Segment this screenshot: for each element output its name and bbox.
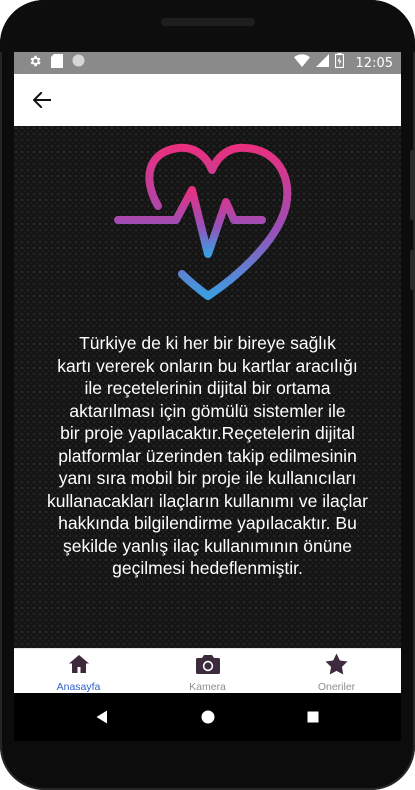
arrow-left-icon [33, 92, 51, 108]
wifi-icon [293, 54, 310, 72]
nav-label-anasayfa: Anasayfa [56, 681, 101, 693]
nav-label-kamera: Kamera [189, 681, 226, 693]
system-home-button[interactable] [199, 708, 217, 726]
battery-icon [334, 53, 344, 73]
phone-speaker [161, 18, 255, 26]
circle-icon [72, 54, 85, 72]
sd-card-icon [51, 53, 63, 73]
screen: 12:05 Türkiye de ki her bir bireye sağlı… [14, 52, 401, 693]
system-navigation-bar [14, 693, 401, 741]
power-button [410, 250, 415, 290]
camera-icon [195, 653, 220, 675]
app-bar [14, 74, 401, 126]
description-text: Türkiye de ki her bir bireye sağlık kart… [47, 333, 368, 578]
square-recents-icon [307, 711, 319, 723]
system-recents-button[interactable] [304, 708, 322, 726]
phone-top-bezel [0, 0, 415, 52]
system-back-button[interactable] [93, 708, 111, 726]
nav-item-anasayfa[interactable]: Anasayfa [14, 649, 143, 693]
nav-item-kamera[interactable]: Kamera [143, 649, 272, 693]
phone-frame: 12:05 Türkiye de ki her bir bireye sağlı… [0, 0, 415, 790]
volume-button [410, 150, 415, 220]
back-button[interactable] [30, 88, 54, 112]
home-icon [67, 653, 91, 675]
nav-label-oneriler: Oneriler [317, 681, 356, 693]
nav-item-oneriler[interactable]: Oneriler [272, 649, 401, 693]
bottom-navigation: Anasayfa Kamera Oneriler [14, 648, 401, 693]
triangle-back-icon [96, 710, 107, 724]
heart-pulse-icon [114, 143, 292, 300]
status-time: 12:05 [355, 55, 393, 71]
signal-icon [315, 54, 329, 72]
star-icon [325, 653, 349, 675]
gear-icon [28, 54, 42, 73]
status-bar: 12:05 [14, 52, 401, 74]
circle-home-icon [201, 710, 214, 724]
content-area: Türkiye de ki her bir bireye sağlık kart… [14, 126, 401, 648]
